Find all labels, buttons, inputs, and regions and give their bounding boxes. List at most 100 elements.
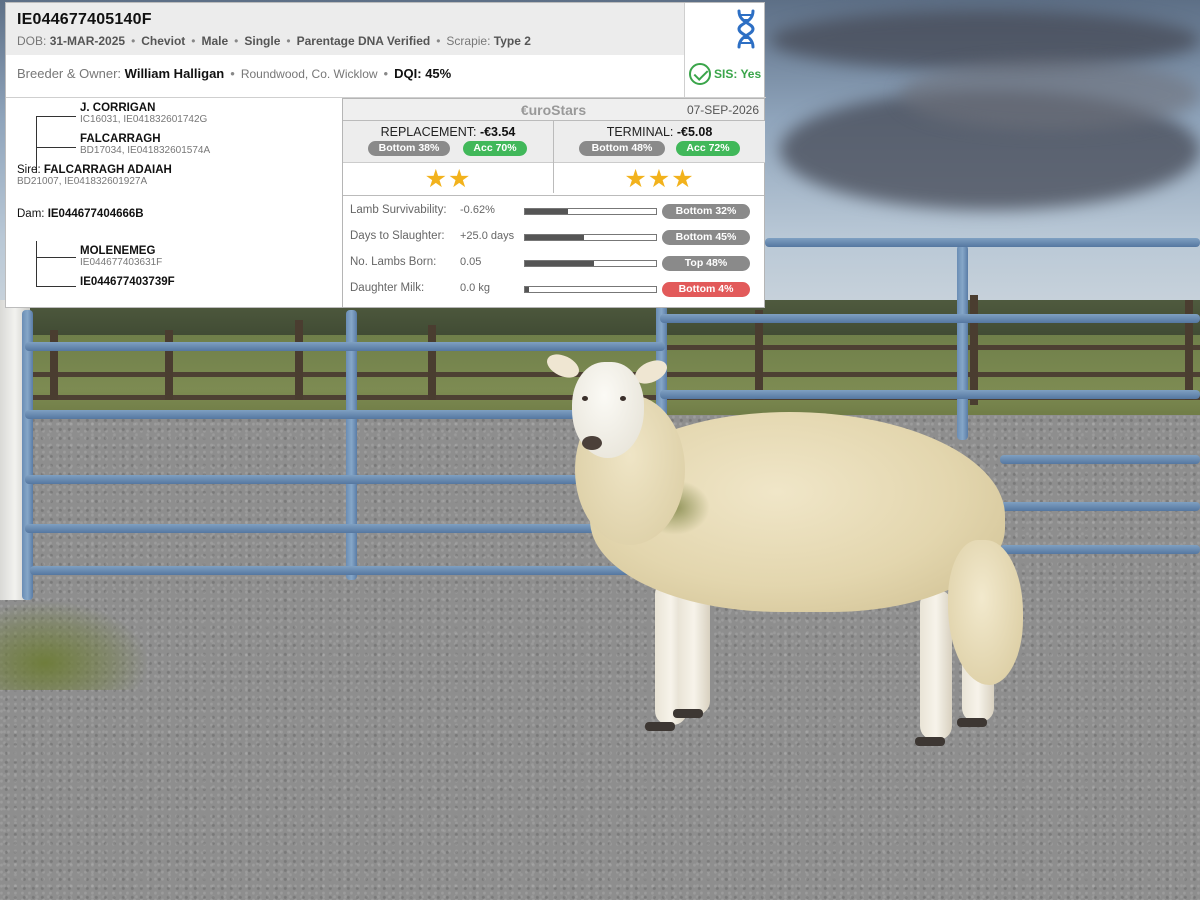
gate-rail (660, 314, 1200, 323)
fence-post (295, 320, 303, 400)
trait-value: -0.62% (460, 204, 495, 216)
sire-name: FALCARRAGH ADAIAH (43, 164, 172, 176)
replacement-value: -€3.54 (479, 125, 516, 139)
fence-post (970, 295, 978, 405)
header-divider (684, 3, 685, 98)
trait-bar (524, 260, 657, 267)
gate-rail (30, 566, 670, 575)
terminal-star-rating: ★★★ (624, 165, 695, 193)
gate-rail (660, 390, 1200, 399)
trait-rank-badge: Bottom 32% (662, 204, 750, 219)
trait-row: No. Lambs Born: 0.05 Top 48% (343, 251, 764, 275)
terminal-value: -€5.08 (676, 125, 713, 139)
animal-meta: DOB: 31-MAR-2025 • Cheviot • Male • Single • Par… (17, 34, 531, 48)
check-circle-icon (689, 63, 711, 85)
pedigree-dam-sire: MOLENEMEG IE044677403631F (80, 245, 162, 268)
replacement-accuracy-badge: Acc 70% (463, 141, 527, 156)
pedigree-connector (36, 257, 76, 258)
breeder-name: William Halligan (124, 66, 225, 81)
trait-bar-fill (525, 287, 529, 292)
trait-rank-badge: Bottom 4% (662, 282, 750, 297)
pedigree-connector (36, 286, 76, 287)
card-header: IE044677405140F DOB: 31-MAR-2025 • Cheviot… (6, 3, 684, 55)
trait-row: Daughter Milk: 0.0 kg Bottom 4% (343, 277, 764, 301)
sire-dam-ids: BD17034, IE041832601574A (80, 145, 211, 156)
eurostars-date: 07-SEP-2026 (686, 103, 759, 117)
gate-rail (25, 475, 665, 484)
gate-rail (1000, 455, 1200, 464)
terminal-label: TERMINAL: (606, 125, 674, 139)
replacement-label: REPLACEMENT: (380, 125, 477, 139)
trait-name: No. Lambs Born: (350, 256, 437, 268)
terminal-accuracy-badge: Acc 72% (676, 141, 740, 156)
sheep-hoof (957, 718, 987, 727)
dna-icon (737, 9, 755, 49)
replacement-index: REPLACEMENT: -€3.54 Bottom 38% Acc 70% ★… (343, 121, 554, 193)
dam-name: IE044677404666B (47, 208, 144, 220)
breeder-label: Breeder & Owner: (17, 66, 122, 81)
sex-value: Male (201, 34, 229, 48)
pedigree-dam-dam: IE044677403739F (80, 276, 175, 288)
gate-rail (25, 524, 665, 533)
dob-value: 31-MAR-2025 (49, 34, 126, 48)
dam-dam-name: IE044677403739F (80, 276, 175, 288)
animal-id: IE044677405140F (17, 11, 152, 28)
pedigree-connector (36, 116, 76, 117)
trait-bar (524, 286, 657, 293)
sire-sire-ids: IC16031, IE041832601742G (80, 114, 208, 125)
pedigree-dam: Dam: IE044677404666B (17, 208, 144, 220)
sheep-hoof (645, 722, 675, 731)
gate-rail (25, 342, 665, 351)
trait-bar-fill (525, 235, 584, 240)
eurostars-panel: €uroStars 07-SEP-2026 REPLACEMENT: -€3.5… (342, 98, 765, 308)
pedigree-sire-dam: FALCARRAGH BD17034, IE041832601574A (80, 133, 210, 156)
scrapie-label: Scrapie: (446, 34, 491, 48)
sire-ids: BD21007, IE041832601927A (17, 176, 148, 187)
fence-post (755, 310, 763, 400)
gate-rail (25, 410, 665, 419)
dam-sire-ids: IE044677403631F (80, 257, 163, 268)
trait-value: +25.0 days (460, 230, 515, 242)
trait-row: Lamb Survivability: -0.62% Bottom 32% (343, 199, 764, 223)
sire-label: Sire: (17, 164, 41, 176)
gate-upright (22, 310, 33, 600)
dam-label: Dam: (17, 208, 45, 220)
cloud (900, 60, 1200, 130)
sis-text: SIS: Yes (714, 67, 762, 81)
fence-post (428, 325, 436, 400)
replacement-star-rating: ★★ (424, 165, 472, 193)
grass-tuft (0, 600, 150, 690)
trait-bar-fill (525, 261, 595, 266)
animal-info-card: IE044677405140F DOB: 31-MAR-2025 • Cheviot… (5, 2, 766, 308)
sheep-hoof (915, 737, 945, 746)
pedigree-connector (36, 147, 76, 148)
parentage-value: Parentage DNA Verified (296, 34, 431, 48)
terminal-rank-badge: Bottom 48% (579, 141, 665, 156)
trait-name: Lamb Survivability: (350, 204, 447, 216)
birth-type-value: Single (244, 34, 281, 48)
breed-value: Cheviot (141, 34, 186, 48)
sheep-nose (582, 436, 602, 450)
sis-status: SIS: Yes (689, 63, 761, 87)
gate-rail (1000, 502, 1200, 511)
replacement-rank-badge: Bottom 38% (368, 141, 450, 156)
fence-post (165, 330, 173, 400)
pedigree-connector (36, 241, 37, 286)
gate-rail (765, 238, 1200, 247)
cloud (770, 10, 1200, 70)
pedigree-sire: Sire: FALCARRAGH ADAIAH BD21007, IE04183… (17, 164, 172, 187)
trait-bar-fill (525, 209, 569, 214)
breeder-location: Roundwood, Co. Wicklow (240, 67, 378, 81)
trait-rank-badge: Bottom 45% (662, 230, 750, 245)
dob-label: DOB: (17, 34, 47, 48)
dqi-value: 45% (425, 66, 452, 81)
trait-rank-badge: Top 48% (662, 256, 750, 271)
scrapie-value: Type 2 (493, 34, 531, 48)
sheep-eye (620, 396, 626, 401)
trait-row: Days to Slaughter: +25.0 days Bottom 45% (343, 225, 764, 249)
pedigree-sire-sire: J. CORRIGAN IC16031, IE041832601742G (80, 102, 207, 125)
owner-line: Breeder & Owner: William Halligan • Roundw… (17, 66, 452, 81)
sire-sire-name: J. CORRIGAN (80, 102, 156, 114)
sheep-hoof (673, 709, 703, 718)
trait-value: 0.0 kg (460, 282, 490, 294)
